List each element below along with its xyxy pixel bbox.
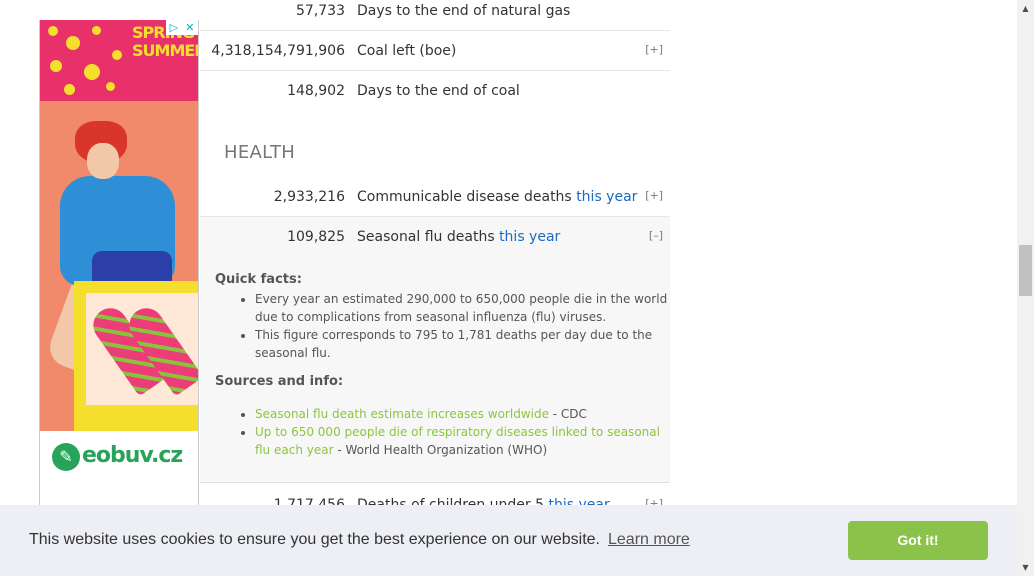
ad-choices-badge[interactable]: ▷ ✕ <box>166 20 198 35</box>
section-title: HEALTH <box>224 142 296 163</box>
ad-dot <box>64 84 75 95</box>
list-item: This figure corresponds to 795 to 1,781 … <box>255 326 675 362</box>
list-item: Up to 650 000 people die of respiratory … <box>255 423 675 459</box>
counter-row: 2,933,216 Communicable disease deaths th… <box>200 177 670 217</box>
counter-label: Days to the end of natural gas <box>357 2 571 19</box>
ad-dot <box>48 26 58 36</box>
counter-label: Seasonal flu deaths this year <box>357 229 560 245</box>
cookie-banner: This website uses cookies to ensure you … <box>0 505 1017 576</box>
ad-brand-name: eobuv.cz <box>82 443 183 468</box>
ad-dot <box>50 60 62 72</box>
counter-value: 109,825 <box>287 229 345 245</box>
counter-row: 57,733 Days to the end of natural gas <box>200 0 670 31</box>
counter-value: 4,318,154,791,906 <box>211 42 345 59</box>
ad-info-icon[interactable]: ▷ <box>170 21 178 34</box>
cookie-message: This website uses cookies to ensure you … <box>29 531 600 548</box>
counter-value: 2,933,216 <box>273 188 345 205</box>
ad-dot <box>106 82 115 91</box>
ad-shoe-panel <box>86 293 198 405</box>
counter-value: 148,902 <box>287 83 345 99</box>
counter-label: Coal left (boe) <box>357 42 457 59</box>
counter-row: 109,825 Seasonal flu deaths this year [–… <box>200 217 670 257</box>
ad-model-face <box>87 143 119 179</box>
counter-value: 57,733 <box>296 2 345 19</box>
expand-toggle[interactable]: [+] <box>645 43 663 56</box>
expand-toggle[interactable]: [+] <box>645 189 663 202</box>
ad-dot <box>92 26 101 35</box>
ad-dot <box>84 64 100 80</box>
scroll-up-icon[interactable]: ▲ <box>1017 0 1034 17</box>
counter-row: 4,318,154,791,906 Coal left (boe) [+] <box>200 31 670 71</box>
ad-photo <box>40 101 198 431</box>
quick-facts-heading: Quick facts: <box>215 272 302 287</box>
source-link[interactable]: Seasonal flu death estimate increases wo… <box>255 407 549 421</box>
scroll-down-icon[interactable]: ▼ <box>1017 559 1034 576</box>
this-year-link[interactable]: this year <box>576 189 637 205</box>
ad-brand-footer: ✎ eobuv.cz <box>40 431 198 509</box>
accept-cookies-button[interactable]: Got it! <box>848 521 988 560</box>
counter-row: 148,902 Days to the end of coal <box>200 71 670 111</box>
this-year-link[interactable]: this year <box>499 229 560 245</box>
sources-heading: Sources and info: <box>215 374 344 389</box>
sources-list: Seasonal flu death estimate increases wo… <box>215 405 675 459</box>
vertical-scrollbar[interactable]: ▲ ▼ <box>1017 0 1034 576</box>
collapse-toggle[interactable]: [–] <box>649 229 663 242</box>
source-suffix: - CDC <box>548 407 587 421</box>
counter-label: Days to the end of coal <box>357 83 520 99</box>
source-suffix: - World Health Organization (WHO) <box>333 443 548 457</box>
counter-label: Communicable disease deaths this year <box>357 189 637 205</box>
advertisement-banner[interactable]: SPRING SUMMER 2020 ▷ ✕ ✎ eobuv.cz <box>39 20 199 510</box>
quick-facts-panel: Quick facts: Every year an estimated 290… <box>200 256 670 483</box>
learn-more-link[interactable]: Learn more <box>608 531 690 549</box>
quick-facts-list: Every year an estimated 290,000 to 650,0… <box>215 290 675 362</box>
counter-label-text: Seasonal flu deaths <box>357 229 495 245</box>
list-item: Seasonal flu death estimate increases wo… <box>255 405 675 423</box>
ad-dot <box>66 36 80 50</box>
ad-brand-logo-icon: ✎ <box>52 443 80 471</box>
counter-label-text: Communicable disease deaths <box>357 188 572 205</box>
scrollbar-thumb[interactable] <box>1019 245 1032 296</box>
ad-close-icon[interactable]: ✕ <box>185 21 194 34</box>
ad-top-panel: SPRING SUMMER 2020 ▷ ✕ <box>40 20 198 101</box>
ad-dot <box>112 50 122 60</box>
list-item: Every year an estimated 290,000 to 650,0… <box>255 290 675 326</box>
